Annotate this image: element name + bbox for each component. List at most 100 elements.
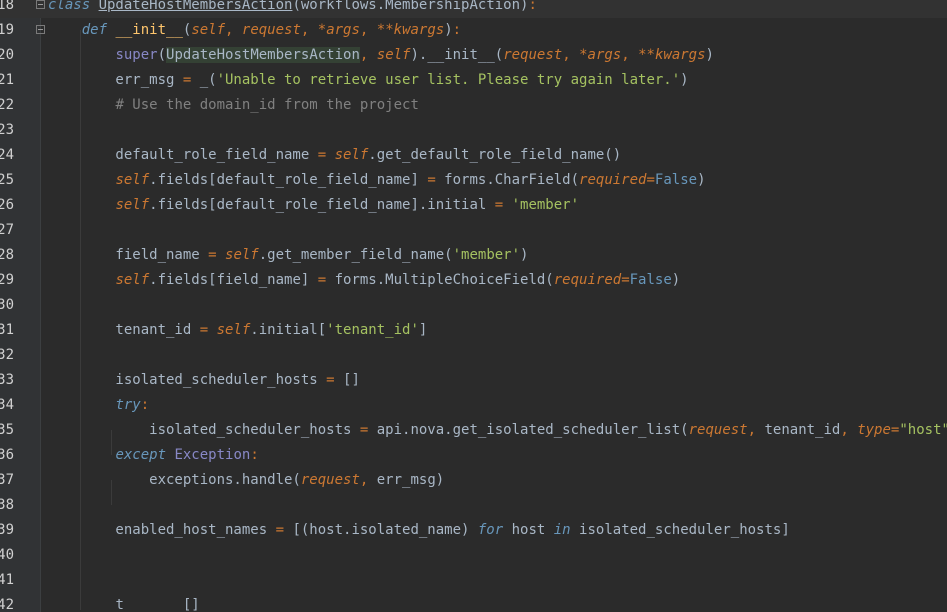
code-line[interactable]: 27 xyxy=(0,218,947,243)
code-token: [] xyxy=(123,597,200,612)
code-line[interactable]: 37 exceptions.handle(request, err_msg) xyxy=(0,468,947,493)
code-text: tenant_id = self.initial['tenant_id'] xyxy=(48,318,427,343)
code-token: forms.MultipleChoiceField( xyxy=(334,272,554,288)
code-line[interactable]: 30 xyxy=(0,293,947,318)
code-text: exceptions.handle(request, err_msg) xyxy=(48,468,444,493)
code-line[interactable]: 24 default_role_field_name = self.get_de… xyxy=(0,143,947,168)
line-number: 30 xyxy=(0,297,14,313)
code-token: = xyxy=(494,197,512,213)
line-number: 18 xyxy=(0,0,14,13)
code-line[interactable]: 28 field_name = self.get_member_field_na… xyxy=(0,243,947,268)
code-line[interactable]: 31 tenant_id = self.initial['tenant_id'] xyxy=(0,318,947,343)
code-token: UpdateHostMembersAction xyxy=(166,47,360,63)
code-line[interactable]: 22 # Use the domain_id from the project xyxy=(0,93,947,118)
code-line[interactable]: 42 t [] xyxy=(0,593,947,612)
code-token: ) xyxy=(520,247,529,263)
code-line[interactable]: 34 try: xyxy=(0,393,947,418)
code-token: .fields[default_role_field_name].initial xyxy=(149,197,495,213)
code-line[interactable]: 35 isolated_scheduler_hosts = api.nova.g… xyxy=(0,418,947,443)
code-line[interactable]: 36 except Exception: xyxy=(0,443,947,468)
code-line[interactable]: 41 xyxy=(0,568,947,593)
code-token: , xyxy=(359,22,377,38)
code-token: self xyxy=(216,322,251,338)
code-editor[interactable]: 18 class UpdateHostMembersAction(workflow… xyxy=(0,0,947,612)
code-token: ) xyxy=(435,472,445,488)
indent-guide xyxy=(80,30,81,610)
line-number: 20 xyxy=(0,47,14,63)
code-token: t xyxy=(115,597,124,612)
code-token: False xyxy=(629,272,672,288)
code-token: = xyxy=(182,72,200,88)
code-token: def xyxy=(81,22,116,38)
code-token: api.nova.get_isolated_scheduler_list( xyxy=(376,422,689,438)
code-line[interactable]: 32 xyxy=(0,343,947,368)
code-token: , xyxy=(359,47,377,63)
line-number: 32 xyxy=(0,347,14,363)
code-token: = xyxy=(317,147,335,163)
code-line[interactable]: 39 enabled_host_names = [(host.isolated_… xyxy=(0,518,947,543)
code-token: : xyxy=(250,447,259,463)
code-token: default_role_field_name xyxy=(48,147,318,163)
code-line[interactable]: 38 xyxy=(0,493,947,518)
code-text: isolated_scheduler_hosts = api.nova.get_… xyxy=(48,418,947,443)
line-number: 19 xyxy=(0,22,14,38)
fold-collapse-icon[interactable] xyxy=(36,0,45,9)
code-token: host xyxy=(511,522,554,538)
code-token: .initial[ xyxy=(250,322,327,338)
code-token: type xyxy=(857,422,891,438)
code-text: enabled_host_names = [(host.isolated_nam… xyxy=(48,518,789,543)
code-line[interactable]: 21 err_msg = _('Unable to retrieve user … xyxy=(0,68,947,93)
fold-collapse-icon[interactable] xyxy=(36,25,45,34)
code-token: : xyxy=(528,0,537,13)
code-text: def __init__(self, request, *args, **kwa… xyxy=(48,18,461,43)
line-number: 41 xyxy=(0,572,14,588)
code-text: err_msg = _('Unable to retrieve user lis… xyxy=(48,68,689,93)
line-number: 31 xyxy=(0,322,14,338)
code-token: _( xyxy=(199,72,217,88)
code-token: : xyxy=(140,397,150,413)
line-number: 38 xyxy=(0,497,14,513)
code-line[interactable]: 33 isolated_scheduler_hosts = [] xyxy=(0,368,947,393)
code-token: [(host.isolated_name) xyxy=(292,522,478,538)
code-text: t [] xyxy=(48,593,200,612)
line-number: 29 xyxy=(0,272,14,288)
code-token: = xyxy=(326,372,344,388)
code-token: request xyxy=(300,472,360,488)
code-line[interactable]: 26 self.fields[default_role_field_name].… xyxy=(0,193,947,218)
code-token: ) xyxy=(680,72,689,88)
code-token: = xyxy=(208,247,226,263)
code-line[interactable]: 18 class UpdateHostMembersAction(workflow… xyxy=(0,0,947,18)
code-line[interactable]: 40 xyxy=(0,543,947,568)
code-token: for xyxy=(477,522,512,538)
code-line[interactable]: 25 self.fields[default_role_field_name] … xyxy=(0,168,947,193)
code-token: __init__ xyxy=(115,22,183,38)
line-number: 27 xyxy=(0,222,14,238)
code-token: ) xyxy=(697,172,706,188)
code-line[interactable]: 19 def __init__(self, request, *args, **… xyxy=(0,18,947,43)
code-token: **kwargs xyxy=(638,47,706,63)
code-line[interactable]: 23 xyxy=(0,118,947,143)
code-token: = xyxy=(275,522,293,538)
line-number: 28 xyxy=(0,247,14,263)
code-line[interactable]: 20 super(UpdateHostMembersAction, self).… xyxy=(0,43,947,68)
code-token: required xyxy=(579,172,647,188)
code-line[interactable]: 29 self.fields[field_name] = forms.Multi… xyxy=(0,268,947,293)
code-token: .fields[default_role_field_name] xyxy=(149,172,428,188)
code-token: request xyxy=(503,47,563,63)
code-token: , xyxy=(747,422,765,438)
code-token: request xyxy=(241,22,301,38)
code-token: ( xyxy=(494,47,504,63)
code-text: self.fields[default_role_field_name].ini… xyxy=(48,193,579,218)
code-token: self xyxy=(225,247,259,263)
indent-guide xyxy=(111,430,112,455)
code-token: forms.CharField( xyxy=(444,172,580,188)
code-token: tenant_id xyxy=(764,422,841,438)
line-number: 24 xyxy=(0,147,14,163)
code-token: except xyxy=(115,447,175,463)
code-token: 'Unable to retrieve user list. Please tr… xyxy=(216,72,681,88)
code-token: isolated_scheduler_hosts xyxy=(48,372,327,388)
